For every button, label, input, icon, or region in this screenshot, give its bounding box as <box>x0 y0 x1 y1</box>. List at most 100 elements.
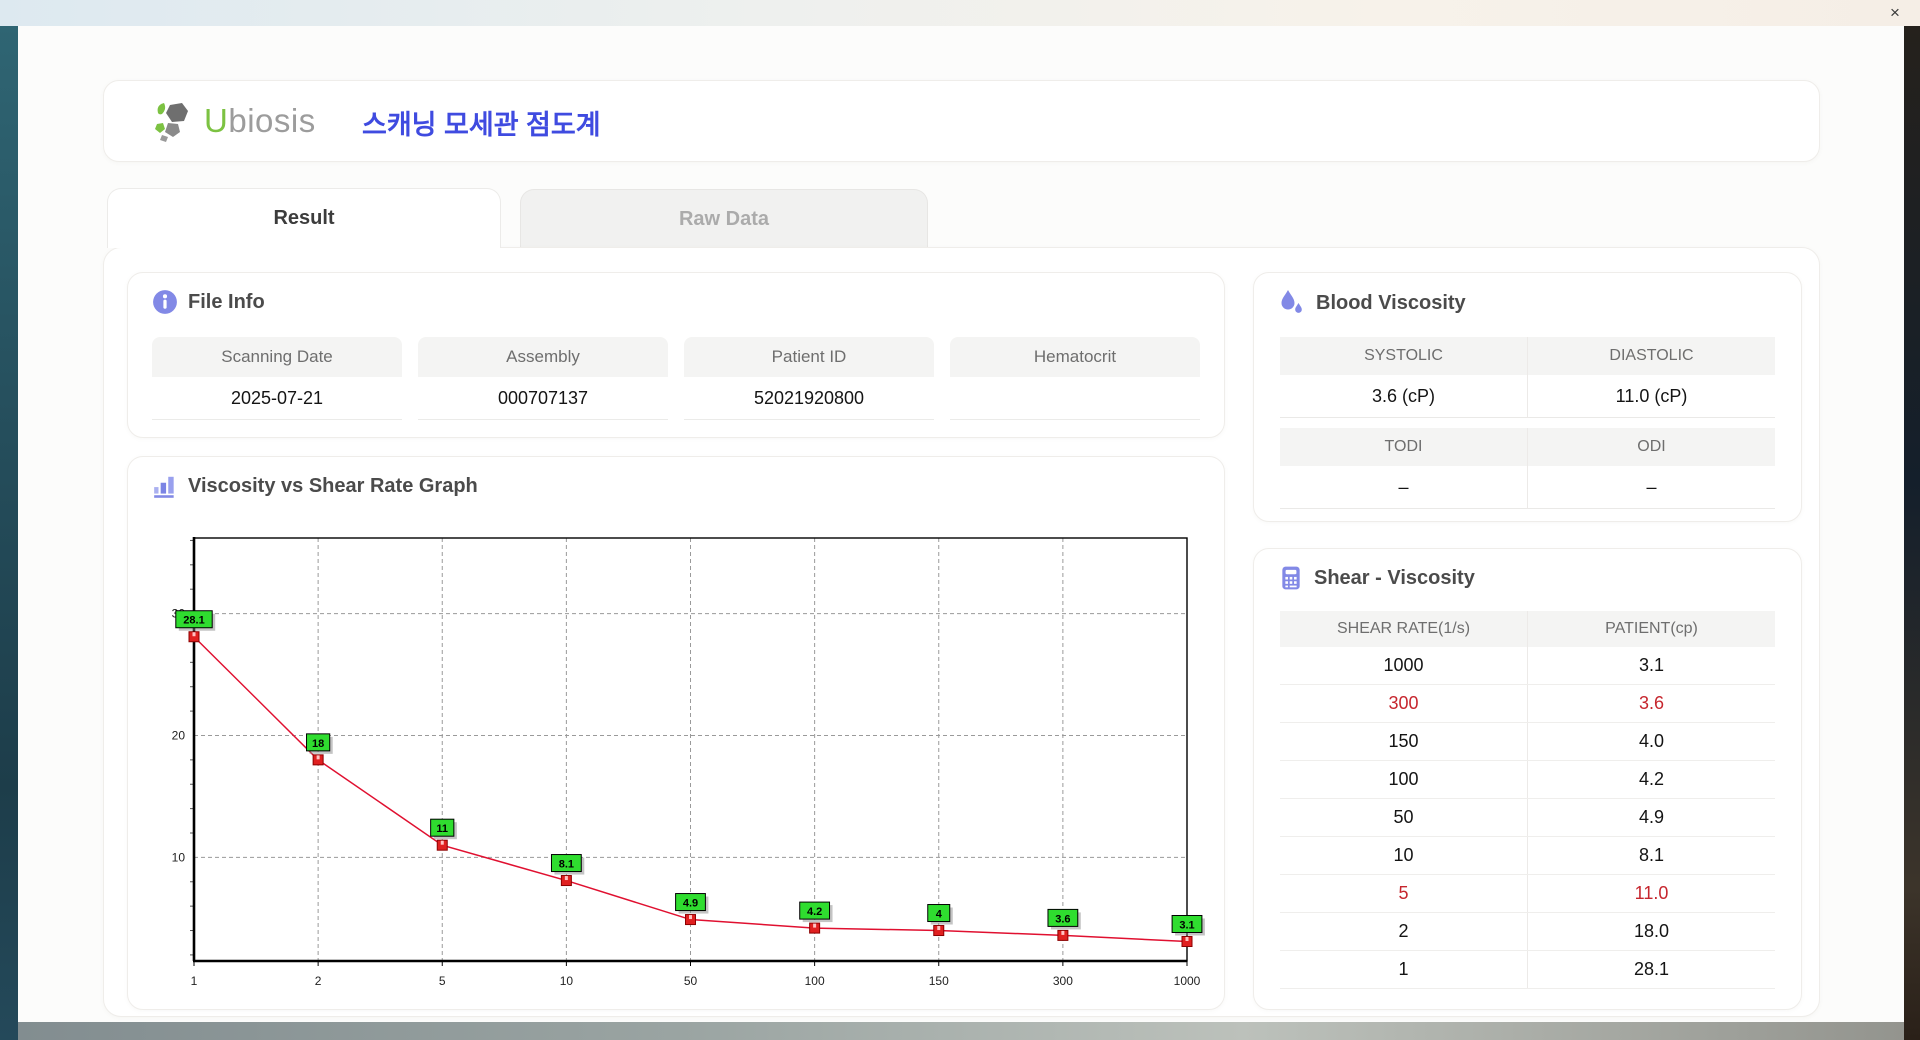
table-row: 5 11.0 <box>1280 875 1775 913</box>
patient-cell: 28.1 <box>1527 951 1775 988</box>
desktop-background-right <box>1904 26 1920 1040</box>
close-icon[interactable]: × <box>1884 2 1906 24</box>
svg-text:11: 11 <box>436 823 448 835</box>
svg-text:100: 100 <box>805 974 825 988</box>
table-row: 100 4.2 <box>1280 761 1775 799</box>
application-window: × Ubiosis 스캐닝 모세관 점도계 Result Raw Data Fi… <box>0 0 1920 1040</box>
brand-text: Ubiosis <box>204 102 316 139</box>
svg-text:8.1: 8.1 <box>559 859 574 871</box>
field-value: 52021920800 <box>684 377 934 420</box>
file-info-card: File Info Scanning Date 2025-07-21 Assem… <box>127 272 1225 438</box>
shear-rate-cell: 1 <box>1398 959 1409 979</box>
desktop-background-bottom <box>18 1022 1904 1040</box>
table-row: 2 18.0 <box>1280 913 1775 951</box>
table-row: 150 4.0 <box>1280 723 1775 761</box>
window-titlebar: × <box>0 0 1920 26</box>
bar-chart-icon <box>154 476 174 498</box>
bv-value-row2: – – <box>1280 466 1775 509</box>
svg-text:1000: 1000 <box>1174 974 1201 988</box>
patient-cell: 3.6 <box>1527 685 1775 722</box>
droplets-icon <box>1281 290 1302 313</box>
viscosity-graph-card: Viscosity vs Shear Rate Graph 1020301251… <box>127 456 1225 1010</box>
shear-table-header: SHEAR RATE(1/s) PATIENT(cp) <box>1280 611 1775 647</box>
diastolic-value: 11.0 (cP) <box>1527 375 1775 418</box>
svg-text:4.2: 4.2 <box>807 906 822 918</box>
table-row: 300 3.6 <box>1280 685 1775 723</box>
shear-viscosity-card: Shear - Viscosity SHEAR RATE(1/s) PATIEN… <box>1253 548 1802 1010</box>
shear-rate-cell: 100 <box>1388 769 1419 789</box>
shear-rate-cell: 2 <box>1398 921 1409 941</box>
svg-text:150: 150 <box>929 974 949 988</box>
blood-viscosity-title: Blood Viscosity <box>1316 291 1466 314</box>
calculator-icon <box>1282 566 1300 590</box>
field-assembly: Assembly 000707137 <box>418 337 668 420</box>
svg-text:2: 2 <box>315 974 322 988</box>
svg-text:4.9: 4.9 <box>683 898 698 910</box>
shear-rate-cell: 1000 <box>1383 655 1424 675</box>
bv-header-row2: TODI ODI <box>1280 428 1775 466</box>
shear-viscosity-table: SHEAR RATE(1/s) PATIENT(cp) 1000 3.1 300… <box>1280 611 1775 989</box>
shear-rate-cell: 300 <box>1388 693 1419 713</box>
patient-cell: 4.9 <box>1527 799 1775 836</box>
file-info-title: File Info <box>188 290 265 313</box>
patient-cell: 3.1 <box>1527 647 1775 684</box>
table-row: 50 4.9 <box>1280 799 1775 837</box>
info-icon <box>153 290 177 314</box>
field-value: 2025-07-21 <box>152 377 402 420</box>
svg-text:28.1: 28.1 <box>183 615 204 627</box>
tab-result[interactable]: Result <box>107 188 501 248</box>
svg-text:5: 5 <box>439 974 446 988</box>
shear-rate-cell: 5 <box>1398 883 1409 903</box>
blood-viscosity-table: SYSTOLIC DIASTOLIC 3.6 (cP) 11.0 (cP) TO… <box>1280 337 1775 509</box>
shear-rate-cell: 50 <box>1393 807 1414 827</box>
page-title: 스캐닝 모세관 점도계 <box>362 110 601 140</box>
graph-title: Viscosity vs Shear Rate Graph <box>188 474 478 497</box>
svg-text:20: 20 <box>172 728 186 742</box>
systolic-value: 3.6 (cP) <box>1280 375 1527 418</box>
patient-cell: 4.0 <box>1527 723 1775 760</box>
svg-text:3.1: 3.1 <box>1179 919 1194 931</box>
field-label: Scanning Date <box>152 337 402 377</box>
svg-text:300: 300 <box>1053 974 1073 988</box>
field-hematocrit: Hematocrit <box>950 337 1200 420</box>
svg-text:4: 4 <box>936 909 943 921</box>
shear-table-body: 1000 3.1 300 3.6 150 4.0 100 4.2 50 4.9 … <box>1280 647 1775 989</box>
patient-column-header: PATIENT(cp) <box>1527 611 1775 647</box>
patient-cell: 8.1 <box>1527 837 1775 874</box>
table-row: 1000 3.1 <box>1280 647 1775 685</box>
table-row: 1 28.1 <box>1280 951 1775 989</box>
tab-raw-data[interactable]: Raw Data <box>520 189 928 249</box>
patient-cell: 4.2 <box>1527 761 1775 798</box>
todi-value: – <box>1280 466 1527 509</box>
svg-text:10: 10 <box>560 974 574 988</box>
shear-rate-cell: 150 <box>1388 731 1419 751</box>
blood-viscosity-card: Blood Viscosity SYSTOLIC DIASTOLIC 3.6 (… <box>1253 272 1802 522</box>
viscosity-chart: 1020301251050100150300100028.118118.14.9… <box>172 537 1205 988</box>
svg-text:3.6: 3.6 <box>1055 913 1070 925</box>
svg-text:10: 10 <box>172 850 186 864</box>
ubiosis-logo-icon <box>155 103 188 142</box>
ubiosis-logo: Ubiosis <box>150 97 316 145</box>
table-row: 10 8.1 <box>1280 837 1775 875</box>
diastolic-header: DIASTOLIC <box>1527 337 1775 375</box>
file-info-fields: Scanning Date 2025-07-21 Assembly 000707… <box>152 337 1200 420</box>
field-label: Patient ID <box>684 337 934 377</box>
bv-header-row: SYSTOLIC DIASTOLIC <box>1280 337 1775 375</box>
todi-header: TODI <box>1280 428 1527 466</box>
odi-header: ODI <box>1527 428 1775 466</box>
odi-value: – <box>1527 466 1775 509</box>
field-label: Assembly <box>418 337 668 377</box>
field-label: Hematocrit <box>950 337 1200 377</box>
patient-cell: 18.0 <box>1527 913 1775 950</box>
systolic-header: SYSTOLIC <box>1280 337 1527 375</box>
header-card: Ubiosis 스캐닝 모세관 점도계 <box>103 80 1820 162</box>
shear-viscosity-title: Shear - Viscosity <box>1314 566 1475 589</box>
desktop-background-left <box>0 26 18 1040</box>
shear-rate-cell: 10 <box>1393 845 1414 865</box>
svg-text:1: 1 <box>191 974 198 988</box>
patient-cell: 11.0 <box>1527 875 1775 912</box>
bv-value-row: 3.6 (cP) 11.0 (cP) <box>1280 375 1775 418</box>
svg-text:18: 18 <box>312 738 324 750</box>
field-value: 000707137 <box>418 377 668 420</box>
svg-text:50: 50 <box>684 974 698 988</box>
